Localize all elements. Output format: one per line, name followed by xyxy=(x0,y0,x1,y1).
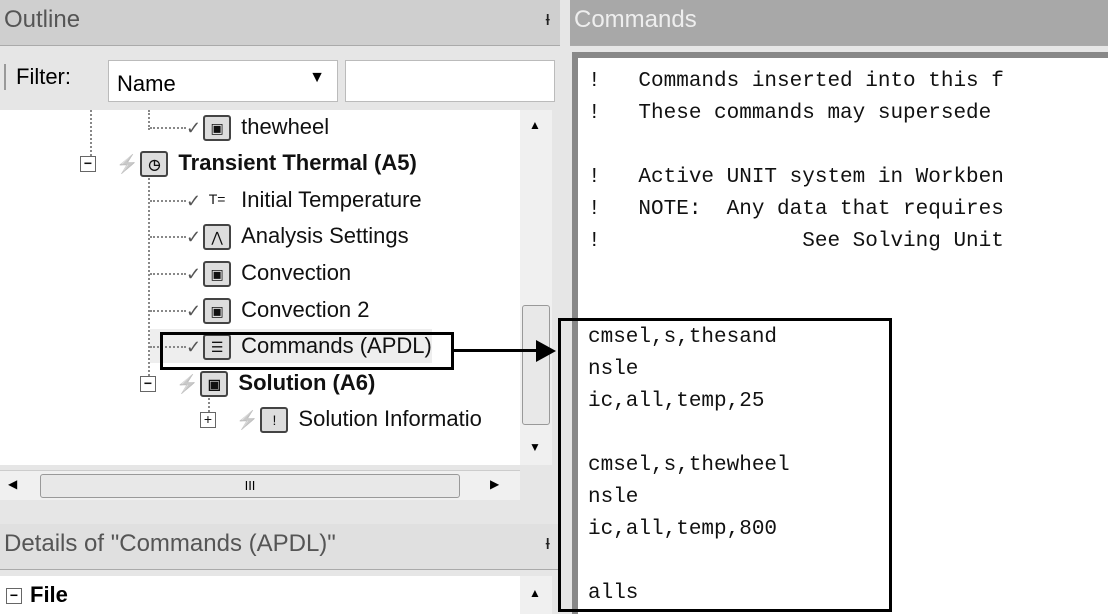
tree-item-label: Transient Thermal (A5) xyxy=(178,150,417,175)
collapse-icon[interactable]: − xyxy=(6,588,22,605)
filter-label: Filter: xyxy=(4,64,71,90)
thumb-grip: III xyxy=(244,478,256,493)
tree-item-label: Solution (A6) xyxy=(238,370,376,395)
details-section-file[interactable]: − File xyxy=(0,576,520,614)
collapse-icon[interactable]: − xyxy=(80,156,96,173)
scroll-up-icon[interactable]: ▲ xyxy=(529,118,541,132)
convection-icon: ▣ xyxy=(203,298,232,325)
commands-title: Commands xyxy=(574,6,697,33)
outline-header: Outline ᵼ xyxy=(0,0,560,46)
filter-select-value: Name xyxy=(117,71,176,96)
tree-item-initial-temperature[interactable]: ✓ T= Initial Temperature xyxy=(150,183,422,217)
tree-item-label: Initial Temperature xyxy=(241,187,422,212)
details-title: Details of "Commands (APDL)" xyxy=(4,530,336,557)
details-scrollbar[interactable]: ▲ xyxy=(520,576,552,614)
solution-information-icon: ! xyxy=(260,407,289,434)
chevron-down-icon: ▼ xyxy=(309,69,325,86)
tree-item-label: Solution Informatio xyxy=(298,406,482,431)
horizontal-scrollbar-thumb[interactable]: III xyxy=(40,474,460,498)
arrow-head-icon xyxy=(536,340,556,362)
details-header: Details of "Commands (APDL)" ᵼ xyxy=(0,524,560,570)
commands-header: Commands xyxy=(570,0,1108,46)
tree-horizontal-scrollbar[interactable]: ◀ III ▶ xyxy=(0,470,520,500)
initial-temperature-icon: T= xyxy=(208,191,226,208)
details-section-label: File xyxy=(30,582,68,607)
analysis-settings-icon: ⋀ xyxy=(203,224,232,251)
code-line: ! Active UNIT system in Workben xyxy=(588,166,1004,189)
convection-icon: ▣ xyxy=(203,261,232,288)
code-line: ! NOTE: Any data that requires xyxy=(588,198,1004,221)
scroll-down-icon[interactable]: ▼ xyxy=(529,440,541,454)
arrow-line xyxy=(454,349,540,352)
pin-icon[interactable]: ᵼ xyxy=(546,8,550,31)
scroll-up-icon[interactable]: ▲ xyxy=(529,586,541,600)
tree-item-convection-2[interactable]: ✓ ▣ Convection 2 xyxy=(150,293,370,327)
scrollbar-thumb[interactable] xyxy=(522,305,550,425)
outline-tree: ✓ ▣ thewheel − ⚡ ◷ Transient Thermal (A5) ✓ T=… xyxy=(0,110,520,465)
tree-item-transient-thermal[interactable]: − ⚡ ◷ Transient Thermal (A5) xyxy=(80,146,417,180)
tree-item-label: thewheel xyxy=(241,114,330,139)
tree-item-solution-information[interactable]: + ⚡! Solution Informatio xyxy=(200,402,482,436)
tree-item-label: Convection xyxy=(241,260,352,285)
body-icon: ▣ xyxy=(203,115,232,142)
tree-item-solution[interactable]: − ⚡ ▣ Solution (A6) xyxy=(140,366,375,400)
code-line: ! Commands inserted into this f xyxy=(588,70,1004,93)
filter-select[interactable]: Name ▼ xyxy=(108,60,338,102)
code-line: ! See Solving Unit xyxy=(588,230,1004,253)
filter-bar: Filter: Name ▼ xyxy=(0,50,560,108)
tree-item-label: Analysis Settings xyxy=(241,223,409,248)
filter-search-input[interactable] xyxy=(345,60,555,102)
highlight-box-code xyxy=(558,318,892,612)
pin-icon[interactable]: ᵼ xyxy=(546,532,550,555)
expand-icon[interactable]: + xyxy=(200,412,216,429)
tree-item-label: Convection 2 xyxy=(241,297,370,322)
collapse-icon[interactable]: − xyxy=(140,376,156,393)
code-line: ! These commands may supersede xyxy=(588,102,1004,125)
solution-icon: ▣ xyxy=(200,371,229,398)
scroll-right-icon[interactable]: ▶ xyxy=(490,477,499,491)
tree-item-convection[interactable]: ✓ ▣ Convection xyxy=(150,256,351,290)
scroll-left-icon[interactable]: ◀ xyxy=(8,477,17,491)
transient-thermal-icon: ◷ xyxy=(140,151,169,178)
outline-title: Outline xyxy=(4,6,81,33)
tree-item-thewheel[interactable]: ✓ ▣ thewheel xyxy=(150,110,329,144)
highlight-box-tree xyxy=(160,332,454,370)
tree-item-analysis-settings[interactable]: ✓ ⋀ Analysis Settings xyxy=(150,219,409,253)
